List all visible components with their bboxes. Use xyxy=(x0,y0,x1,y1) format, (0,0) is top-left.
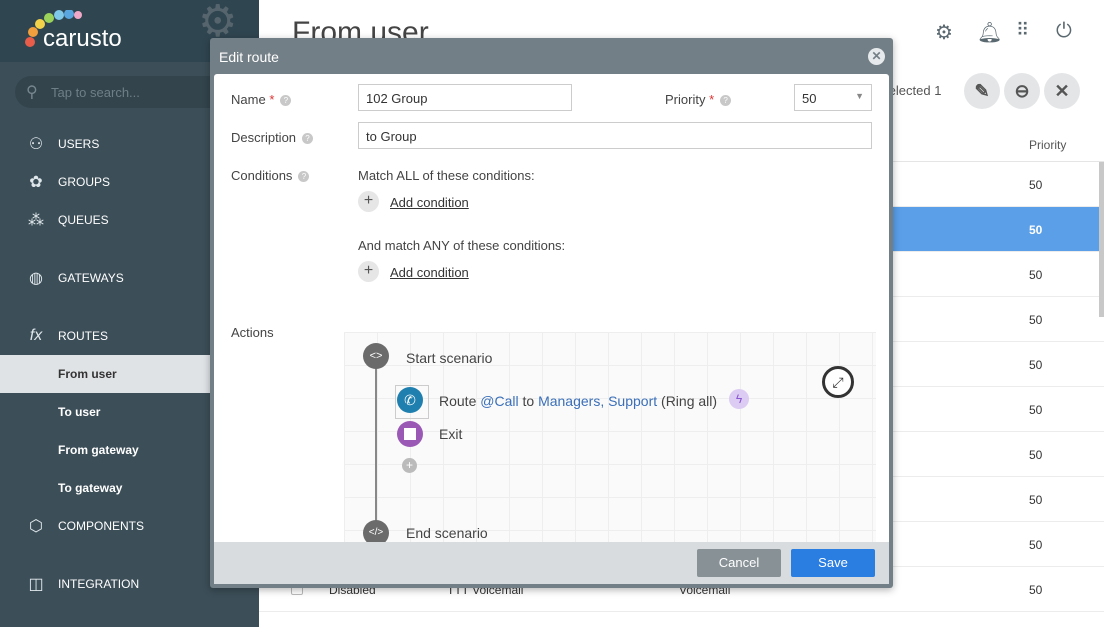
priority-cell: 50 xyxy=(1029,583,1043,597)
bell-icon[interactable]: 🔔︎ xyxy=(977,20,1002,45)
sidebar-item-label: COMPONENTS xyxy=(58,519,145,533)
name-label: Name *? xyxy=(231,92,292,107)
queues-icon: ⁂ xyxy=(28,212,44,229)
disable-button[interactable]: ⊖ xyxy=(1004,73,1040,109)
priority-cell: 50 xyxy=(1029,178,1043,192)
plus-icon[interactable]: + xyxy=(358,191,379,212)
function-icon: fx xyxy=(29,327,43,344)
name-input[interactable]: 102 Group xyxy=(358,84,572,111)
lightning-icon[interactable]: ϟ xyxy=(729,389,749,409)
end-scenario: End scenario xyxy=(406,525,488,541)
sidebar-item-label: QUEUES xyxy=(58,213,109,227)
dialog-title: Edit route xyxy=(219,49,279,65)
exit-action[interactable]: Exit xyxy=(439,426,462,442)
user-icon: ⚇ xyxy=(28,136,44,153)
chevron-down-icon: ▼ xyxy=(855,91,864,101)
logo-text[interactable]: carusto xyxy=(43,25,122,53)
power-icon[interactable]: ⏻ xyxy=(1056,20,1072,43)
close-icon[interactable]: ✕ xyxy=(868,48,885,65)
priority-cell: 50 xyxy=(1029,358,1043,372)
sidebar-item-label: USERS xyxy=(58,137,100,151)
sidebar-item-label: INTEGRATION xyxy=(58,577,140,591)
add-condition-all-link[interactable]: Add condition xyxy=(390,195,469,210)
delete-button[interactable]: ✕ xyxy=(1044,73,1080,109)
sidebar-item-label: GATEWAYS xyxy=(58,271,124,285)
priority-label: Priority *? xyxy=(665,92,732,107)
route-action[interactable]: Route @Call to Managers, Support (Ring a… xyxy=(439,393,717,409)
sidebar-item-label: From user xyxy=(58,367,117,381)
sidebar-item-label: ROUTES xyxy=(58,329,109,343)
apps-grid-icon[interactable]: ⠿ xyxy=(1016,20,1029,41)
cube-icon: ⬡ xyxy=(29,518,43,535)
help-icon: ? xyxy=(280,95,292,106)
priority-cell: 50 xyxy=(1029,493,1043,507)
priority-cell: 50 xyxy=(1029,403,1043,417)
save-button[interactable]: Save xyxy=(791,549,875,577)
scrollbar[interactable] xyxy=(1099,162,1104,317)
priority-cell: 50 xyxy=(1029,313,1043,327)
priority-cell: 50 xyxy=(1029,268,1043,282)
conditions-label: Conditions? xyxy=(231,168,310,183)
dialog-footer: Cancel Save xyxy=(214,542,889,584)
start-scenario: Start scenario xyxy=(406,350,493,366)
search-placeholder: Tap to search... xyxy=(51,85,140,100)
sidebar-item-label: GROUPS xyxy=(58,175,111,189)
match-all-text: Match ALL of these conditions: xyxy=(358,168,535,183)
stop-icon xyxy=(397,421,423,447)
plus-icon[interactable]: + xyxy=(358,261,379,282)
priority-cell: 50 xyxy=(1029,538,1043,552)
code-icon: <> xyxy=(363,343,389,369)
expand-icon[interactable]: ⤢ xyxy=(822,366,854,398)
priority-cell: 50 xyxy=(1029,448,1043,462)
match-any-text: And match ANY of these conditions: xyxy=(358,238,566,253)
add-action-icon[interactable]: + xyxy=(402,458,417,473)
description-label: Description? xyxy=(231,130,314,145)
settings-icon[interactable]: ⚙ xyxy=(935,20,953,45)
globe-icon: ◍ xyxy=(29,270,43,287)
priority-cell: 50 xyxy=(1029,223,1043,237)
actions-label: Actions xyxy=(231,325,274,340)
scenario-canvas[interactable]: <> Start scenario ✆ Route @Call to Manag… xyxy=(344,332,876,548)
groups-icon: ✿ xyxy=(29,174,43,191)
help-icon: ? xyxy=(302,133,314,144)
cancel-button[interactable]: Cancel xyxy=(697,549,781,577)
dialog-body: Name *? 102 Group Priority *? 50 ▼ Descri… xyxy=(214,74,889,548)
sidebar-item-label: To user xyxy=(58,405,101,419)
edit-route-dialog: Edit route ✕ Name *? 102 Group Priority … xyxy=(210,38,893,588)
priority-select[interactable]: 50 ▼ xyxy=(794,84,872,111)
phone-icon[interactable]: ✆ xyxy=(397,387,423,413)
integration-icon: ◫ xyxy=(28,576,44,593)
add-condition-any-link[interactable]: Add condition xyxy=(390,265,469,280)
description-input[interactable]: to Group xyxy=(358,122,872,149)
edit-button[interactable]: ✎ xyxy=(964,73,1000,109)
scenario-line xyxy=(375,355,377,522)
search-icon: ⚲ xyxy=(26,84,38,101)
sidebar-item-label: From gateway xyxy=(58,443,139,457)
sidebar-item-label: To gateway xyxy=(58,481,123,495)
help-icon: ? xyxy=(298,171,310,182)
priority-column-header[interactable]: Priority xyxy=(1029,138,1066,152)
help-icon: ? xyxy=(720,95,732,106)
